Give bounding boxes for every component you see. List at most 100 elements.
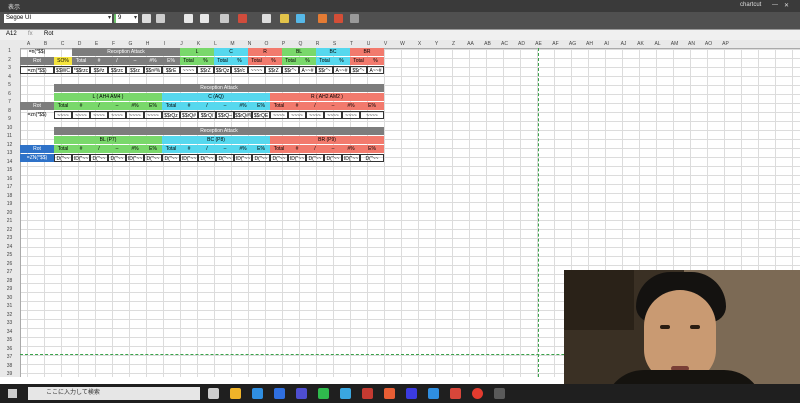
taskbar-search[interactable]: ここに入力して検索 [28, 387, 200, 400]
cell-r14-value[interactable]: D("~~ [162, 154, 180, 162]
cell-bc-pct[interactable]: % [333, 57, 350, 65]
column-header[interactable]: E [88, 41, 105, 47]
cell-slash[interactable]: / [108, 57, 126, 65]
cell-br-zone[interactable]: BR (P9) [270, 136, 384, 144]
cell-reception-title-3[interactable]: Reception Attack [54, 127, 384, 135]
row-header[interactable]: 32 [0, 312, 19, 318]
row-header[interactable]: 17 [0, 184, 19, 190]
row-header[interactable]: 36 [0, 346, 19, 352]
cell-r3-e[interactable]: $$rzc [108, 66, 126, 74]
cell-a9[interactable]: =zn(*$$) [20, 111, 54, 119]
cell-r8-dash[interactable]: – [108, 102, 126, 110]
row-header[interactable]: 12 [0, 142, 19, 148]
row-header[interactable]: 39 [0, 371, 19, 377]
cell-bl-zone[interactable]: BL (P7) [54, 136, 162, 144]
cell-r8-slash[interactable]: / [198, 102, 216, 110]
column-header[interactable]: B [37, 41, 54, 47]
row-header[interactable]: 37 [0, 354, 19, 360]
row-header[interactable]: 21 [0, 218, 19, 224]
column-header[interactable]: N [241, 41, 258, 47]
cell-r13-header[interactable]: / [198, 145, 216, 153]
cell-r14-value[interactable]: D("~~ [306, 154, 324, 162]
row-header[interactable]: 31 [0, 303, 19, 309]
zoom-icon[interactable] [362, 388, 373, 399]
row-header[interactable]: 20 [0, 210, 19, 216]
row-header[interactable]: 28 [0, 278, 19, 284]
column-header[interactable]: AD [513, 41, 530, 47]
cell-r8-epct[interactable]: E% [144, 102, 162, 110]
cell-r9-l[interactable]: ~~~~ [126, 111, 144, 119]
column-header[interactable]: H [139, 41, 156, 47]
column-header[interactable]: AE [530, 41, 547, 47]
minimize-icon[interactable]: — [772, 2, 778, 8]
cell-r8-epct[interactable]: E% [360, 102, 384, 110]
cell-r13-header[interactable]: #% [126, 145, 144, 153]
cell-r14-value[interactable]: D("~~ [198, 154, 216, 162]
column-header[interactable]: AC [496, 41, 513, 47]
column-header[interactable]: K [190, 41, 207, 47]
cell-r13-header[interactable]: – [108, 145, 126, 153]
close-icon[interactable]: ✕ [784, 2, 789, 9]
cell-r-pct[interactable]: % [265, 57, 282, 65]
cell-reception-title-2[interactable]: Reception Attack [54, 84, 384, 92]
cell-r13-header[interactable]: #% [234, 145, 252, 153]
capture-icon[interactable] [494, 388, 505, 399]
cell-rot-selected[interactable]: Rot [20, 145, 54, 153]
word-icon[interactable] [406, 388, 417, 399]
column-header[interactable]: AP [717, 41, 734, 47]
column-header[interactable]: I [156, 41, 173, 47]
cell-l-total[interactable]: Total [180, 57, 197, 65]
cell-r-zone[interactable]: R ( AH2 AM2 ) [270, 93, 384, 101]
cell-r8-dash[interactable]: – [324, 102, 342, 110]
column-header[interactable]: AB [479, 41, 496, 47]
cell-r13-header[interactable]: Total [270, 145, 288, 153]
windows-start-icon[interactable] [8, 389, 17, 398]
column-header[interactable]: C [54, 41, 71, 47]
row-header[interactable]: 29 [0, 286, 19, 292]
column-header[interactable]: S [326, 41, 343, 47]
row-header[interactable]: 18 [0, 193, 19, 199]
row-header[interactable]: 6 [0, 91, 19, 97]
cell-hash[interactable]: # [90, 57, 108, 65]
cell-r8-hashpct[interactable]: #% [342, 102, 360, 110]
cell-r14-value[interactable]: D("~~ [324, 154, 342, 162]
column-header[interactable]: AO [700, 41, 717, 47]
teams-icon[interactable] [340, 388, 351, 399]
cell-r9-l[interactable]: ~~~~ [90, 111, 108, 119]
cell-r3-n[interactable]: $$rZ [265, 66, 282, 74]
cell-l-header[interactable]: L [180, 48, 214, 56]
cell-br-total[interactable]: Total [350, 57, 367, 65]
column-header[interactable]: P [275, 41, 292, 47]
cell-r8-total[interactable]: Total [162, 102, 180, 110]
row-header[interactable]: 13 [0, 150, 19, 156]
column-header[interactable]: AI [598, 41, 615, 47]
cell-r8-total[interactable]: Total [54, 102, 72, 110]
cell-r3-l[interactable]: $$r/c [231, 66, 248, 74]
column-header[interactable]: W [394, 41, 411, 47]
row-header[interactable]: 26 [0, 261, 19, 267]
column-header[interactable]: AM [666, 41, 683, 47]
cell-reference[interactable]: A12 [6, 31, 17, 37]
cell-r8-hash[interactable]: # [72, 102, 90, 110]
row-header[interactable]: 11 [0, 133, 19, 139]
cell-r9-c[interactable]: $$rQ#% [234, 111, 252, 119]
cell-bl-header[interactable]: BL [282, 48, 316, 56]
cell-bl-pct[interactable]: % [299, 57, 316, 65]
column-header[interactable]: Z [445, 41, 462, 47]
column-header[interactable]: AL [649, 41, 666, 47]
cell-r8-hash[interactable]: # [180, 102, 198, 110]
column-header[interactable]: AJ [615, 41, 632, 47]
column-header[interactable]: V [377, 41, 394, 47]
row-header[interactable]: 14 [0, 159, 19, 165]
cell-r13-header[interactable]: # [288, 145, 306, 153]
cell-r3-p[interactable]: A~~# [299, 66, 316, 74]
cell-c-header[interactable]: C [214, 48, 248, 56]
chrome-icon[interactable] [252, 388, 263, 399]
cell-r-header[interactable]: R [248, 48, 282, 56]
cell-r3-d[interactable]: $$#z [90, 66, 108, 74]
row-header[interactable]: 24 [0, 244, 19, 250]
cell-bc-header[interactable]: BC [316, 48, 350, 56]
cell-r3-h[interactable]: $$rE [162, 66, 180, 74]
cell-r3-k[interactable]: $$rQz [214, 66, 231, 74]
column-header[interactable]: M [224, 41, 241, 47]
